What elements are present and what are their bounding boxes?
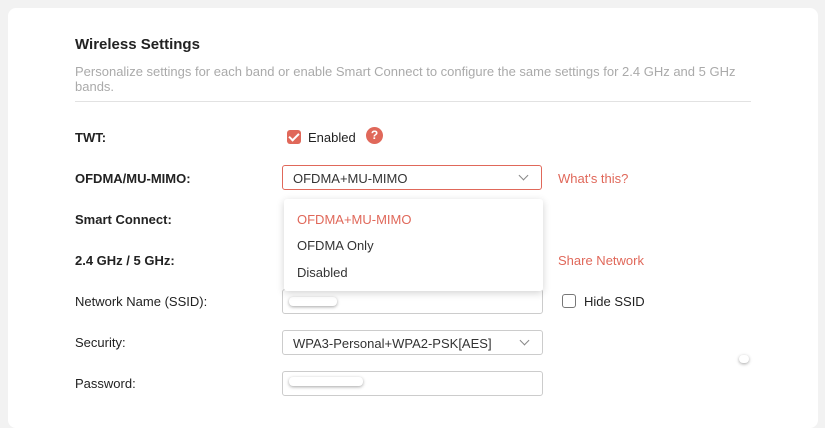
security-select[interactable]: WPA3-Personal+WPA2-PSK[AES]	[282, 330, 543, 355]
dropdown-option-disabled[interactable]: Disabled	[297, 265, 348, 280]
twt-enabled-checkbox[interactable]	[287, 130, 301, 144]
ssid-input-handle[interactable]	[289, 297, 337, 306]
section-divider	[75, 101, 751, 102]
hide-ssid-label[interactable]: Hide SSID	[584, 294, 645, 309]
security-label: Security:	[75, 335, 126, 350]
security-selected-value: WPA3-Personal+WPA2-PSK[AES]	[293, 336, 492, 351]
floating-handle[interactable]	[739, 355, 749, 363]
section-description: Personalize settings for each band or en…	[75, 64, 736, 94]
ofdma-selected-value: OFDMA+MU-MIMO	[293, 171, 408, 186]
chevron-down-icon	[519, 335, 530, 346]
ssid-label: Network Name (SSID):	[75, 294, 208, 309]
section-title: Wireless Settings	[75, 36, 200, 53]
dropdown-option-ofdma-only[interactable]: OFDMA Only	[297, 238, 374, 253]
help-icon[interactable]: ?	[366, 127, 383, 144]
ofdma-label: OFDMA/MU-MIMO:	[75, 171, 191, 186]
password-input-handle[interactable]	[289, 377, 363, 386]
ofdma-dropdown-menu: OFDMA+MU-MIMO OFDMA Only Disabled	[284, 199, 543, 291]
dropdown-option-ofdma-mu-mimo[interactable]: OFDMA+MU-MIMO	[297, 212, 411, 227]
hide-ssid-checkbox[interactable]	[562, 294, 576, 308]
password-label: Password:	[75, 376, 136, 391]
twt-label: TWT:	[75, 130, 107, 145]
whats-this-link[interactable]: What's this?	[558, 171, 628, 186]
ofdma-select[interactable]: OFDMA+MU-MIMO	[282, 165, 542, 190]
smart-connect-label: Smart Connect:	[75, 212, 172, 227]
band-label: 2.4 GHz / 5 GHz:	[75, 253, 175, 268]
twt-enabled-label[interactable]: Enabled	[308, 130, 356, 145]
share-network-link[interactable]: Share Network	[558, 253, 644, 268]
chevron-down-icon	[518, 170, 529, 181]
